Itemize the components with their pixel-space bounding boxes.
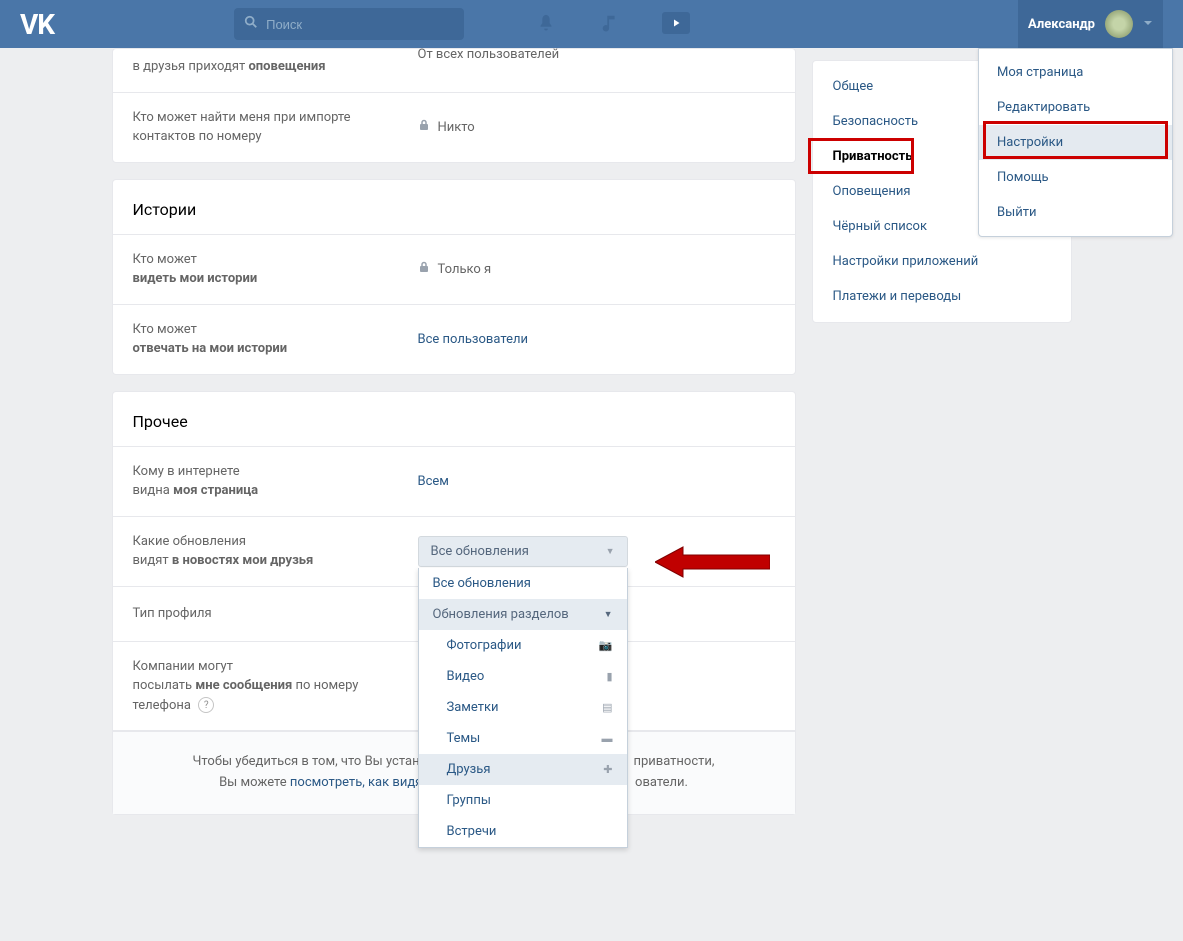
header-icons bbox=[534, 12, 690, 36]
setting-label: Кто можетотвечать на мои истории bbox=[133, 320, 418, 359]
lock-icon bbox=[418, 119, 430, 135]
help-icon[interactable]: ? bbox=[198, 697, 214, 713]
lock-icon bbox=[418, 261, 430, 277]
menu-my-page[interactable]: Моя страница bbox=[979, 55, 1172, 90]
opt-section-updates[interactable]: Обновления разделов ▼ bbox=[419, 599, 627, 630]
setting-value[interactable]: Всем bbox=[418, 474, 449, 489]
notifications-icon[interactable] bbox=[534, 12, 558, 36]
setting-label: Кому в интернетевидна моя страница bbox=[133, 462, 418, 501]
setting-value[interactable]: Только я bbox=[418, 261, 492, 277]
opt-video[interactable]: Видео ▮ bbox=[419, 661, 627, 692]
menu-edit[interactable]: Редактировать bbox=[979, 90, 1172, 125]
setting-value[interactable]: Все пользователи bbox=[418, 332, 529, 347]
camera-icon: 📷 bbox=[599, 639, 613, 652]
chat-icon: ▬ bbox=[602, 732, 613, 745]
chevron-down-icon bbox=[1143, 17, 1153, 32]
video-icon[interactable] bbox=[662, 12, 690, 34]
setting-label: Какие обновлениявидят в новостях мои дру… bbox=[133, 532, 418, 571]
setting-label: Кто может найти меня при импорте контакт… bbox=[133, 108, 418, 147]
card-other: Прочее Кому в интернетевидна моя страниц… bbox=[112, 391, 796, 815]
setting-label: Тип профиля bbox=[133, 604, 418, 624]
annotation-red-arrow bbox=[655, 543, 770, 581]
top-header: VK Александр Моя страница Редактировать … bbox=[0, 0, 1183, 48]
vk-logo[interactable]: VK bbox=[20, 8, 54, 41]
note-icon: ▤ bbox=[602, 701, 612, 714]
card-contact: в друзья приходят оповещения От всех пол… bbox=[112, 48, 796, 163]
updates-dropdown-list: Все обновления Обновления разделов ▼ Фот… bbox=[418, 568, 628, 848]
opt-all-updates[interactable]: Все обновления bbox=[419, 568, 627, 599]
opt-photos[interactable]: Фотографии 📷 bbox=[419, 630, 627, 661]
user-menu-toggle[interactable]: Александр bbox=[1018, 0, 1163, 48]
row-friend-notifications: в друзья приходят оповещения От всех пол… bbox=[113, 49, 795, 93]
opt-notes[interactable]: Заметки ▤ bbox=[419, 692, 627, 723]
footer-link[interactable]: посмотреть, как видят bbox=[290, 775, 429, 790]
setting-label: в друзья приходят оповещения bbox=[133, 57, 418, 77]
search-icon bbox=[244, 15, 266, 33]
menu-logout[interactable]: Выйти bbox=[979, 195, 1172, 230]
sidebar-item-payments[interactable]: Платежи и переводы bbox=[813, 279, 1071, 314]
row-reply-stories: Кто можетотвечать на мои истории Все пол… bbox=[113, 305, 795, 374]
row-page-visibility: Кому в интернетевидна моя страница Всем bbox=[113, 446, 795, 517]
sidebar-item-apps[interactable]: Настройки приложений bbox=[813, 244, 1071, 279]
film-icon: ▮ bbox=[606, 670, 612, 683]
opt-groups[interactable]: Группы bbox=[419, 785, 627, 816]
avatar bbox=[1105, 10, 1133, 38]
section-title-other: Прочее bbox=[113, 392, 795, 446]
menu-settings[interactable]: Настройки bbox=[979, 125, 1172, 160]
plus-icon: ✚ bbox=[603, 763, 612, 776]
chevron-down-icon: ▼ bbox=[606, 546, 615, 557]
setting-value[interactable]: От всех пользователей bbox=[418, 47, 560, 62]
section-title-stories: Истории bbox=[113, 180, 795, 234]
user-dropdown: Моя страница Редактировать Настройки Пом… bbox=[978, 48, 1173, 237]
menu-help[interactable]: Помощь bbox=[979, 160, 1172, 195]
setting-value[interactable]: Никто bbox=[418, 119, 475, 135]
music-icon[interactable] bbox=[598, 12, 622, 36]
chevron-down-icon: ▼ bbox=[604, 609, 613, 620]
opt-events[interactable]: Встречи bbox=[419, 816, 627, 847]
search-input[interactable] bbox=[266, 17, 454, 32]
setting-label: Кто можетвидеть мои истории bbox=[133, 250, 418, 289]
row-see-stories: Кто можетвидеть мои истории Только я bbox=[113, 234, 795, 305]
search-box[interactable] bbox=[234, 8, 464, 40]
row-find-by-contacts: Кто может найти меня при импорте контакт… bbox=[113, 93, 795, 162]
updates-dropdown: Все обновления ▼ Все обновления Обновлен… bbox=[418, 536, 628, 567]
opt-topics[interactable]: Темы ▬ bbox=[419, 723, 627, 754]
opt-friends[interactable]: Друзья ✚ bbox=[419, 754, 627, 785]
setting-label: Компании могутпосылать мне сообщения по … bbox=[133, 657, 418, 716]
username-label: Александр bbox=[1028, 17, 1095, 32]
card-stories: Истории Кто можетвидеть мои истории Толь… bbox=[112, 179, 796, 375]
updates-dropdown-button[interactable]: Все обновления ▼ bbox=[418, 536, 628, 567]
